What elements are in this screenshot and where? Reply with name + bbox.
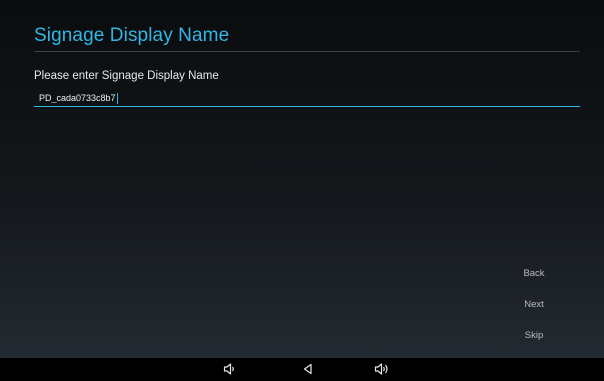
navigation-bar xyxy=(0,358,604,381)
skip-button[interactable]: Skip xyxy=(512,330,556,341)
prompt-label: Please enter Signage Display Name xyxy=(34,70,219,82)
text-cursor xyxy=(117,93,118,104)
volume-down-icon[interactable] xyxy=(222,362,238,376)
back-icon[interactable] xyxy=(300,362,316,376)
display-name-input[interactable] xyxy=(34,91,580,107)
setup-panel: Signage Display Name Please enter Signag… xyxy=(0,0,604,358)
back-button[interactable]: Back xyxy=(512,268,556,279)
next-button[interactable]: Next xyxy=(512,299,556,310)
screen: Signage Display Name Please enter Signag… xyxy=(0,0,604,381)
page-title: Signage Display Name xyxy=(34,25,230,46)
volume-up-icon[interactable] xyxy=(374,362,390,376)
title-divider xyxy=(34,51,580,52)
